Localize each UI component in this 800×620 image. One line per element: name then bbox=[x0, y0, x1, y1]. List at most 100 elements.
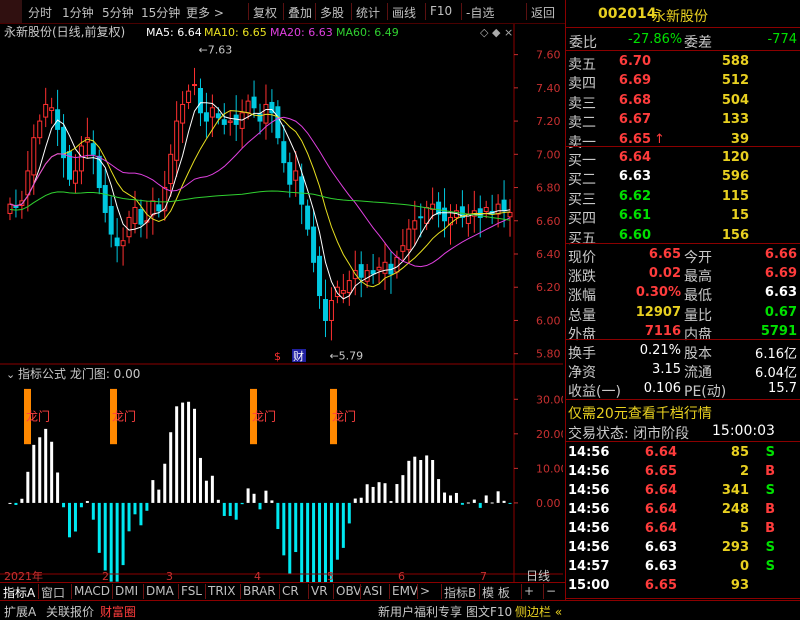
kline-chart[interactable]: 永新股份(日线,前复权) MA5: 6.64 MA10: 6.65 MA20: 6.6… bbox=[0, 24, 568, 620]
bottom-right-item-1[interactable]: 图文F10 bbox=[466, 603, 512, 620]
bottom-left-item-2[interactable]: 财富圈 bbox=[100, 603, 136, 620]
dragon-gate-label: 龙门 bbox=[332, 409, 356, 424]
osc-bar-down bbox=[139, 502, 143, 526]
bids-volume: 120 bbox=[721, 150, 749, 165]
indicator-tab-3[interactable]: DMI bbox=[115, 584, 138, 598]
chart-pane[interactable]: 永新股份(日线,前复权) MA5: 6.64 MA10: 6.65 MA20: 6.6… bbox=[0, 24, 568, 620]
x-axis-label: 5 bbox=[327, 570, 334, 582]
toolbar-sep bbox=[351, 3, 352, 20]
indicator-tab-13[interactable]: > bbox=[420, 584, 430, 598]
toolbar-item-5[interactable]: 复权 bbox=[253, 4, 277, 21]
toolbar-sep bbox=[461, 3, 462, 20]
x-axis-label: 2021年 bbox=[4, 569, 43, 582]
osc-bar-up bbox=[490, 502, 494, 504]
toolbar-sep bbox=[425, 3, 426, 20]
promo-link[interactable]: 仅需20元查看千档行情 bbox=[568, 403, 712, 423]
toolbar-item-3[interactable]: 15分钟 bbox=[141, 4, 180, 21]
promo-row[interactable]: 仅需20元查看千档行情 bbox=[566, 401, 800, 423]
toolbar-item-6[interactable]: 叠加 bbox=[288, 4, 312, 21]
asks-price: 6.69 bbox=[618, 73, 651, 89]
toolbar-item-8[interactable]: 统计 bbox=[356, 4, 380, 21]
y-tick-label: 5.80 bbox=[536, 348, 561, 361]
stock-title: 永新股份(日线,前复权) bbox=[4, 24, 125, 39]
tick-row: 15:00 6.65 93 bbox=[568, 578, 749, 593]
dragon-gate-label: 龙门 bbox=[26, 409, 50, 424]
indicator-tab-4[interactable]: DMA bbox=[146, 584, 174, 598]
asks-row[interactable]: 卖五 6.70 588 bbox=[566, 52, 800, 73]
toolbar-item-7[interactable]: 多股 bbox=[320, 4, 344, 21]
indicator-tab-2[interactable]: MACD bbox=[74, 584, 110, 598]
toolbar-item-4[interactable]: 更多 > bbox=[186, 4, 224, 21]
indicator-tab-8[interactable]: CR bbox=[282, 584, 299, 598]
indicator-tab-16[interactable]: + bbox=[524, 584, 534, 598]
indicator-toggle-icon[interactable]: ⌄ bbox=[6, 368, 15, 381]
asks-row[interactable]: 卖三 6.68 504 bbox=[566, 91, 800, 112]
indicator-tab-12[interactable]: EMV bbox=[392, 584, 418, 598]
bids-row[interactable]: 买三 6.62 115 bbox=[566, 187, 800, 208]
indicator-tab-7[interactable]: BRAR bbox=[243, 584, 276, 598]
indicator-tab-1[interactable]: 窗口 bbox=[41, 584, 65, 601]
x-axis-label: 3 bbox=[166, 570, 173, 582]
diamond-icon[interactable]: ◇ bbox=[480, 26, 489, 39]
osc-bar-up bbox=[32, 444, 36, 503]
indicator-tab-9[interactable]: VR bbox=[311, 584, 328, 598]
indicator-tabs: 指标A 窗口 MACD DMI DMA FSL TRIX BRAR CR VR OBV ASI EMV >… bbox=[0, 582, 565, 600]
bottom-left-item-1[interactable]: 关联报价 bbox=[46, 603, 94, 620]
osc-bar-up bbox=[425, 455, 429, 503]
up-arrow-icon[interactable]: ◆ bbox=[492, 26, 501, 39]
toolbar-item-9[interactable]: 画线 bbox=[392, 4, 416, 21]
tick-row: 14:57 6.63 0 S bbox=[568, 559, 775, 574]
indicator-tab-14[interactable]: 指标B bbox=[444, 584, 476, 601]
toolbar-item-12[interactable]: 返回 bbox=[531, 4, 555, 21]
asks-volume: 39 bbox=[730, 131, 749, 147]
finance-marker[interactable]: 财 bbox=[293, 349, 304, 363]
toolbar-item-2[interactable]: 5分钟 bbox=[102, 4, 134, 21]
osc-bar-up bbox=[50, 441, 54, 503]
indicator-tab-15[interactable]: 模 板 bbox=[482, 584, 510, 601]
osc-bar-up bbox=[383, 483, 387, 503]
osc-bar-up bbox=[8, 502, 12, 504]
osc-bar-down bbox=[14, 502, 18, 505]
asks-row[interactable]: 卖二 6.67 133 bbox=[566, 110, 800, 131]
toolbar-item-11[interactable]: -自选 bbox=[466, 4, 494, 21]
bids-row[interactable]: 买四 6.61 15 bbox=[566, 206, 800, 227]
indicator-tab-6[interactable]: TRIX bbox=[208, 584, 235, 598]
close-icon[interactable]: × bbox=[504, 26, 513, 39]
indicator-y-label: 30.00 bbox=[536, 393, 563, 406]
indicator-tab-0[interactable]: 指标A bbox=[3, 584, 35, 601]
osc-bar-down bbox=[508, 502, 512, 504]
asks-price: 6.65 bbox=[618, 131, 651, 147]
bids-row[interactable]: 买一 6.64 120 bbox=[566, 148, 800, 169]
osc-bar-down bbox=[62, 502, 66, 508]
osc-bar-up bbox=[157, 489, 161, 503]
osc-bar-down bbox=[460, 502, 464, 505]
dividend-marker[interactable]: $ bbox=[274, 350, 281, 363]
indicator-tab-10[interactable]: OBV bbox=[336, 584, 362, 598]
osc-bar-down bbox=[288, 502, 292, 575]
y-tick-label: 7.60 bbox=[536, 49, 561, 62]
weibi-value: -27.86% bbox=[628, 32, 683, 47]
toolbar-item-10[interactable]: F10 bbox=[430, 4, 452, 18]
osc-bar-down bbox=[228, 502, 232, 516]
toolbar-item-0[interactable]: 分时 bbox=[28, 4, 52, 21]
toolbar-item-1[interactable]: 1分钟 bbox=[62, 4, 94, 21]
asks-volume: 588 bbox=[721, 54, 749, 69]
indicator-tab-17[interactable]: − bbox=[546, 584, 556, 598]
bids-row[interactable]: 买二 6.63 596 bbox=[566, 167, 800, 188]
ma-label-3: MA60: 6.49 bbox=[336, 26, 399, 39]
osc-bar-up bbox=[377, 482, 381, 503]
osc-bar-down bbox=[97, 502, 101, 553]
period-label[interactable]: 日线 bbox=[526, 569, 550, 583]
osc-bar-up bbox=[169, 432, 173, 503]
osc-bar-up bbox=[371, 486, 375, 503]
osc-bar-up bbox=[443, 492, 447, 503]
x-axis-label: 2 bbox=[102, 570, 109, 582]
indicator-tab-11[interactable]: ASI bbox=[363, 584, 382, 598]
bottom-right-item-2[interactable]: 侧边栏 « bbox=[515, 603, 562, 620]
weicha-value: -774 bbox=[767, 32, 797, 47]
asks-row[interactable]: 卖四 6.69 512 bbox=[566, 71, 800, 92]
bottom-left-item-0[interactable]: 扩展A bbox=[4, 603, 36, 620]
indicator-tab-5[interactable]: FSL bbox=[181, 584, 202, 598]
osc-bar-up bbox=[204, 480, 208, 503]
bottom-right-item-0[interactable]: 新用户福利专享 bbox=[378, 603, 462, 620]
